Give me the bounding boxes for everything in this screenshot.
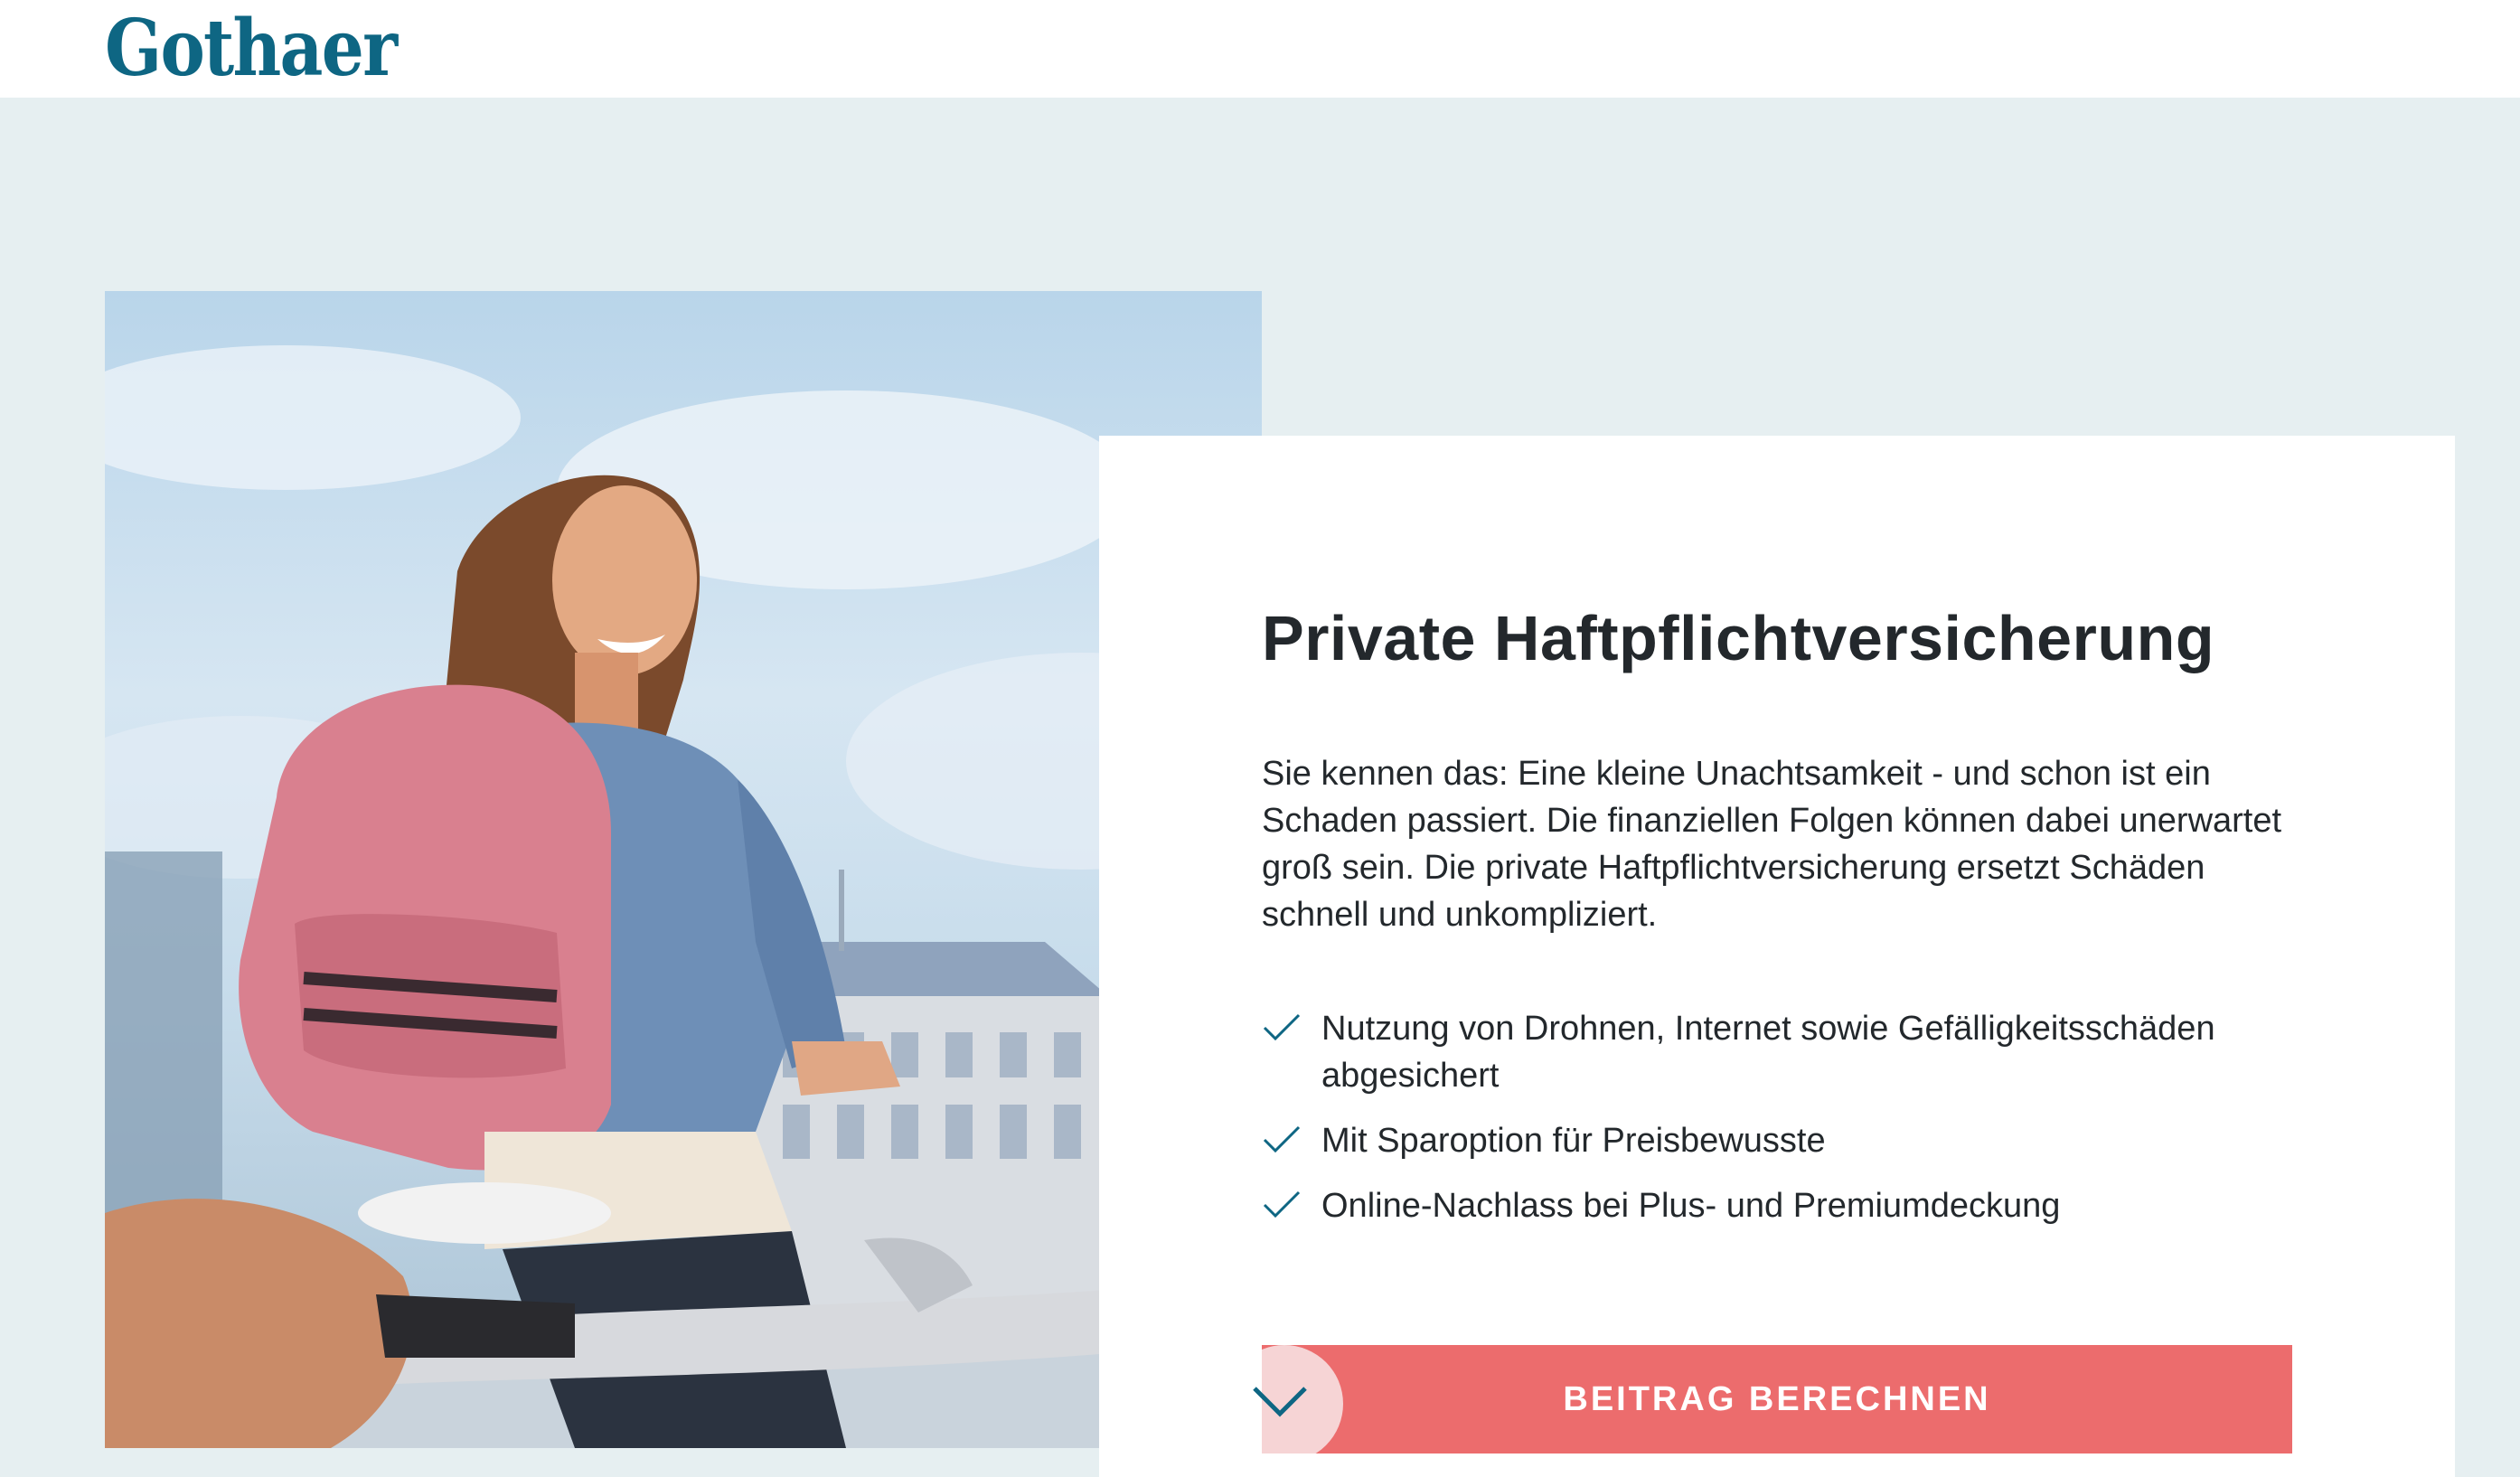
benefit-item: Mit Sparoption für Preisbewusste <box>1262 1117 2292 1164</box>
benefit-text: Online-Nachlass bei Plus- und Premiumdec… <box>1321 1187 2061 1225</box>
check-icon <box>1263 1013 1301 1041</box>
logo-text: Gothaer <box>105 3 398 94</box>
product-card: Private Haftpflichtversicherung Sie kenn… <box>1099 436 2455 1477</box>
hero-image <box>105 291 1262 1448</box>
check-icon <box>1263 1125 1301 1153</box>
page-title: Private Haftpflichtversicherung <box>1262 603 2215 673</box>
calculate-premium-button[interactable]: BEITRAG BERECHNEN <box>1262 1345 2292 1453</box>
benefit-text: Mit Sparoption für Preisbewusste <box>1321 1122 1826 1160</box>
chevron-down-icon[interactable] <box>1251 1383 1309 1421</box>
benefit-text: Nutzung von Drohnen, Internet sowie Gefä… <box>1321 1010 2215 1095</box>
benefit-item: Online-Nachlass bei Plus- und Premiumdec… <box>1262 1182 2292 1229</box>
cta-label: BEITRAG BERECHNEN <box>1563 1379 1991 1418</box>
check-icon <box>1263 1190 1301 1218</box>
benefit-item: Nutzung von Drohnen, Internet sowie Gefä… <box>1262 1005 2292 1099</box>
intro-text: Sie kennen das: Eine kleine Unachtsamkei… <box>1262 755 2282 934</box>
gothaer-logo[interactable]: Gothaer <box>105 4 444 94</box>
site-header: Gothaer <box>0 0 2520 98</box>
benefit-list: Nutzung von Drohnen, Internet sowie Gefä… <box>1262 1005 2292 1247</box>
